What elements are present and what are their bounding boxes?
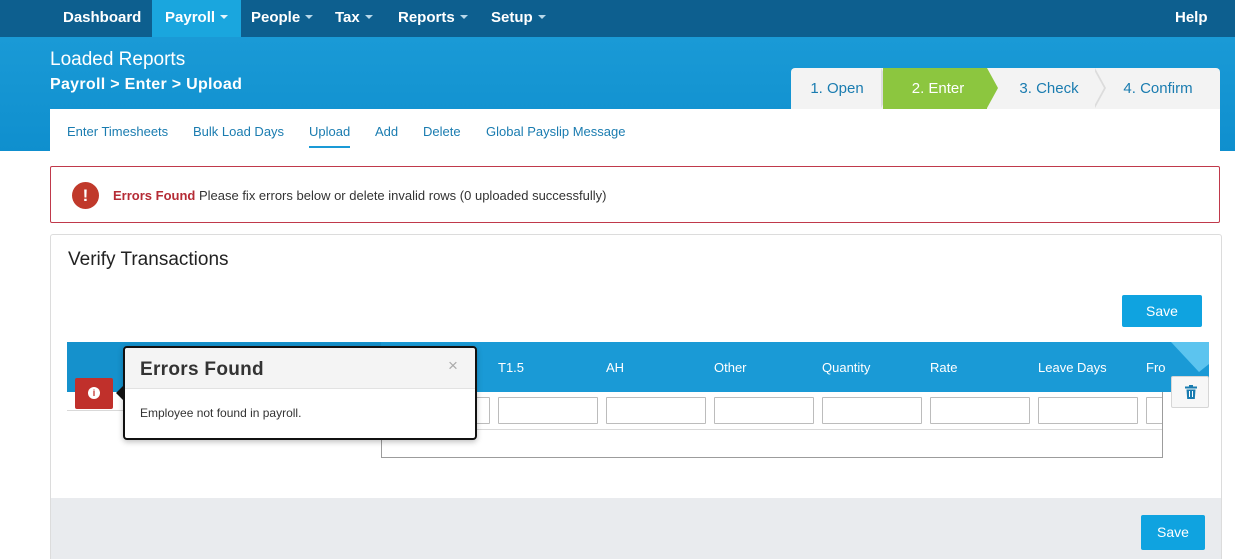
cell-input-ah[interactable] <box>606 397 706 424</box>
popover-message: Employee not found in payroll. <box>140 406 302 420</box>
errors-popover: Errors Found × Employee not found in pay… <box>116 346 477 440</box>
close-icon[interactable]: × <box>448 356 458 376</box>
popover-title: Errors Found <box>140 359 264 380</box>
col-head-from: Fro <box>1146 360 1166 375</box>
alert-title: Errors Found <box>113 188 196 203</box>
alert-text: Errors Found Please fix errors below or … <box>113 188 606 203</box>
step-confirm-label: 4. Confirm <box>1123 80 1193 97</box>
nav-tax[interactable]: Tax <box>322 0 386 37</box>
info-icon: i <box>88 387 100 399</box>
error-alert: ! Errors Found Please fix errors below o… <box>50 166 1220 223</box>
tab-global-payslip-message[interactable]: Global Payslip Message <box>486 124 625 139</box>
col-head-quantity: Quantity <box>822 360 871 375</box>
step-check[interactable]: 3. Check <box>1001 68 1097 109</box>
col-head-rate: Rate <box>930 360 958 375</box>
cell-input-quantity[interactable] <box>822 397 922 424</box>
chevron-down-icon <box>364 15 373 20</box>
cell-input-from[interactable] <box>1146 397 1162 424</box>
step-check-label: 3. Check <box>1019 80 1079 97</box>
col-head-leave-days: Leave Days <box>1038 360 1107 375</box>
card-footer <box>51 498 1221 559</box>
nav-people[interactable]: People <box>238 0 326 37</box>
step-confirm[interactable]: 4. Confirm <box>1105 68 1211 109</box>
popover-arrow <box>116 385 124 401</box>
col-head-other: Other <box>714 360 747 375</box>
step-separator-inner <box>1093 68 1104 108</box>
cell-input-leave-days[interactable] <box>1038 397 1138 424</box>
chevron-down-icon <box>537 15 546 20</box>
nav-reports-label: Reports <box>398 9 455 26</box>
step-open-label: 1. Open <box>810 80 864 97</box>
nav-setup-label: Setup <box>491 9 533 26</box>
chevron-down-icon <box>305 15 314 20</box>
alert-message: Please fix errors below or delete invali… <box>195 188 607 203</box>
col-head-ah: AH <box>606 360 625 375</box>
row-divider <box>382 429 1162 430</box>
nav-reports[interactable]: Reports <box>385 0 481 37</box>
wizard-steps: 1. Open 2. Enter 3. Check 4. Confirm <box>791 68 1220 109</box>
tab-bulk-load-days[interactable]: Bulk Load Days <box>193 124 284 139</box>
nav-setup[interactable]: Setup <box>478 0 559 37</box>
nav-payroll[interactable]: Payroll <box>152 0 242 37</box>
nav-people-label: People <box>251 9 301 26</box>
cell-input-t15[interactable] <box>498 397 598 424</box>
nav-payroll-label: Payroll <box>165 9 216 26</box>
tab-add[interactable]: Add <box>375 124 398 139</box>
chevron-down-icon <box>459 15 468 20</box>
tab-delete[interactable]: Delete <box>423 124 461 139</box>
step-enter[interactable]: 2. Enter <box>883 68 987 109</box>
popover-header: Errors Found × <box>125 348 475 389</box>
save-button[interactable]: Save <box>1122 295 1202 327</box>
nav-tax-label: Tax <box>335 9 360 26</box>
subtabs-panel: Enter Timesheets Bulk Load Days Upload A… <box>50 109 1220 153</box>
exclamation-circle-icon: ! <box>72 182 99 209</box>
cell-input-rate[interactable] <box>930 397 1030 424</box>
chevron-down-icon <box>220 15 229 20</box>
delete-row-button[interactable] <box>1171 376 1209 408</box>
grid-body <box>381 392 1163 458</box>
tab-enter-timesheets[interactable]: Enter Timesheets <box>67 124 168 139</box>
page-title: Loaded Reports <box>50 49 186 70</box>
nav-dashboard-label: Dashboard <box>63 9 142 26</box>
tab-upload[interactable]: Upload <box>309 124 351 148</box>
cell-input-other[interactable] <box>714 397 814 424</box>
trash-icon <box>1185 385 1197 399</box>
breadcrumb: Payroll > Enter > Upload <box>50 76 243 93</box>
step-enter-label: 2. Enter <box>911 80 965 97</box>
nav-help-label: Help <box>1175 9 1208 26</box>
nav-help[interactable]: Help <box>1162 0 1221 37</box>
nav-dashboard[interactable]: Dashboard <box>50 0 154 37</box>
row-error-button[interactable]: i <box>75 378 113 409</box>
top-navbar: Dashboard Payroll People Tax Reports Set… <box>0 0 1235 37</box>
col-head-t15: T1.5 <box>498 360 525 375</box>
step-open[interactable]: 1. Open <box>791 68 883 109</box>
step-active-arrow <box>987 68 998 108</box>
card-title: Verify Transactions <box>68 249 229 270</box>
footer-save-button[interactable]: Save <box>1141 515 1205 550</box>
